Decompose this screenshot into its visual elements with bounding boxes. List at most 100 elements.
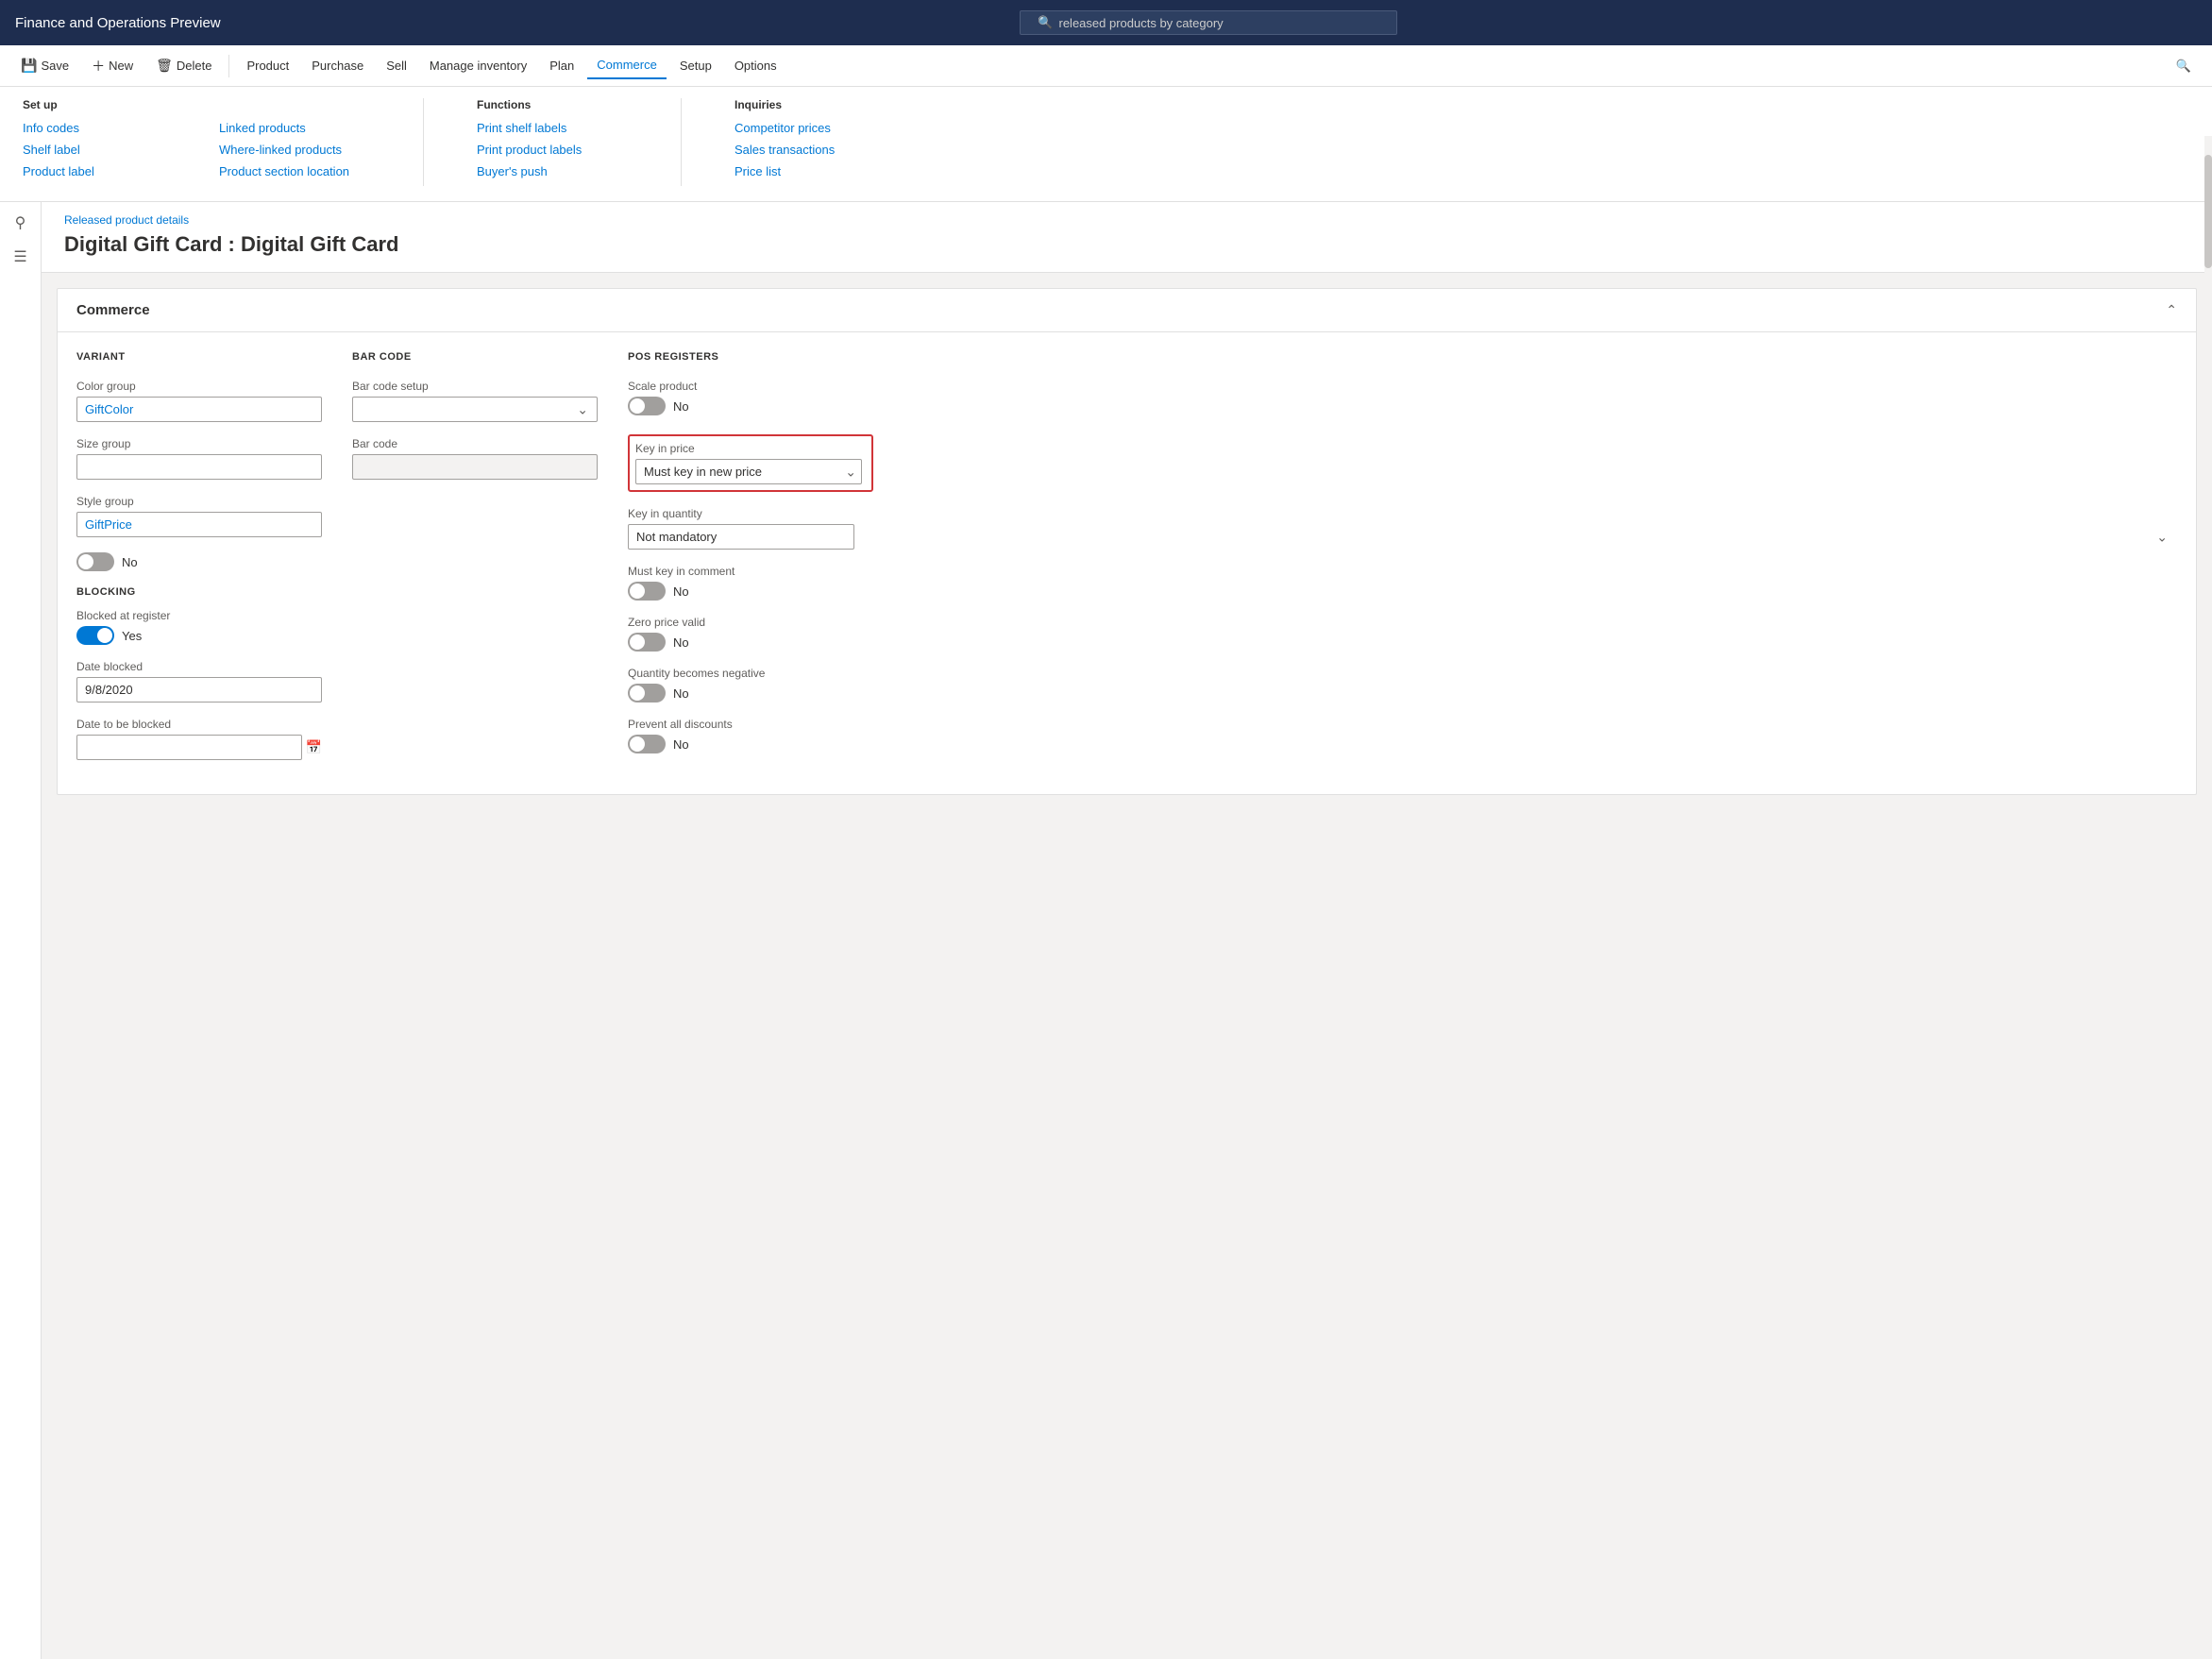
variant-column: VARIANT Color group Size group Style gro…	[76, 351, 322, 775]
key-in-quantity-select-wrapper: Not mandatory Mandatory	[628, 524, 2177, 550]
filter-icon[interactable]: ⚲	[15, 213, 26, 232]
search-icon: 🔍	[1038, 15, 1053, 30]
competitor-prices-item[interactable]: Competitor prices	[735, 121, 886, 135]
print-variants-toggle-group: No	[76, 552, 322, 571]
product-button[interactable]: Product	[237, 53, 298, 78]
barcode-column: BAR CODE Bar code setup Bar code	[352, 351, 598, 775]
prevent-discounts-label: Prevent all discounts	[628, 718, 2177, 731]
global-search[interactable]: 🔍 released products by category	[1020, 10, 1397, 35]
sales-transactions-item[interactable]: Sales transactions	[735, 143, 886, 157]
date-blocked-input[interactable]	[76, 677, 322, 703]
quantity-negative-toggle[interactable]	[628, 684, 666, 703]
commerce-dropdown-menu: Set up Info codes Shelf label Product la…	[0, 87, 2212, 202]
key-in-quantity-label: Key in quantity	[628, 507, 2177, 520]
scrollbar-thumb[interactable]	[2204, 202, 2212, 268]
section-title: Commerce	[76, 302, 150, 318]
scrollbar-track[interactable]	[2204, 202, 2212, 1593]
manage-inventory-button[interactable]: Manage inventory	[420, 53, 536, 78]
plan-button[interactable]: Plan	[540, 53, 583, 78]
new-icon: ＋	[92, 57, 105, 76]
setup-title: Set up	[23, 98, 174, 111]
inquiries-section: Inquiries Competitor prices Sales transa…	[735, 98, 886, 186]
barcode-field: Bar code	[352, 437, 598, 480]
calendar-icon[interactable]: 📅	[306, 739, 322, 755]
print-variants-slider	[76, 552, 114, 571]
prevent-discounts-slider	[628, 735, 666, 753]
barcode-setup-field: Bar code setup	[352, 380, 598, 422]
size-group-field: Size group	[76, 437, 322, 480]
price-list-item[interactable]: Price list	[735, 164, 886, 178]
search-button[interactable]: 🔍	[2167, 53, 2201, 79]
linked-products-item[interactable]: Linked products	[219, 121, 370, 135]
date-to-blocked-input[interactable]	[76, 735, 302, 760]
collapse-icon[interactable]: ⌃	[2166, 302, 2177, 318]
where-linked-products-item[interactable]: Where-linked products	[219, 143, 370, 157]
zero-price-valid-field: Zero price valid No	[628, 616, 2177, 652]
print-variants-label: No	[122, 555, 138, 569]
save-icon: 💾	[21, 58, 37, 74]
purchase-button[interactable]: Purchase	[302, 53, 373, 78]
quantity-negative-value: No	[673, 686, 689, 701]
commerce-section: Commerce ⌃ VARIANT Color group Size grou…	[57, 288, 2197, 795]
search-toolbar-icon: 🔍	[2176, 59, 2191, 74]
color-group-input[interactable]	[76, 397, 322, 422]
blocked-register-toggle[interactable]	[76, 626, 114, 645]
options-button[interactable]: Options	[725, 53, 786, 78]
info-codes-item[interactable]: Info codes	[23, 121, 174, 135]
fields-grid: VARIANT Color group Size group Style gro…	[76, 351, 2177, 775]
key-in-price-select[interactable]: Must key in new price Not mandatory Not …	[635, 459, 862, 484]
main-area: Released product details Digital Gift Ca…	[42, 202, 2212, 1659]
save-button[interactable]: 💾 Save	[11, 52, 78, 79]
key-in-quantity-select[interactable]: Not mandatory Mandatory	[628, 524, 854, 550]
size-group-input[interactable]	[76, 454, 322, 480]
new-button[interactable]: ＋ New	[82, 51, 143, 81]
must-key-in-comment-slider	[628, 582, 666, 601]
delete-button[interactable]: 🗑 Delete	[146, 52, 221, 79]
product-section-location-item[interactable]: Product section location	[219, 164, 370, 178]
blocked-register-slider	[76, 626, 114, 645]
must-key-in-comment-toggle[interactable]	[628, 582, 666, 601]
date-to-blocked-label: Date to be blocked	[76, 718, 322, 731]
blocking-header: BLOCKING	[76, 586, 322, 598]
setup-button[interactable]: Setup	[670, 53, 721, 78]
barcode-setup-select[interactable]	[352, 397, 598, 422]
blocked-register-label: Blocked at register	[76, 609, 322, 622]
search-value: released products by category	[1059, 16, 1224, 30]
scale-product-toggle[interactable]	[628, 397, 666, 415]
menu-icon[interactable]: ☰	[13, 247, 26, 266]
delete-icon: 🗑	[156, 58, 173, 74]
style-group-label: Style group	[76, 495, 322, 508]
setup-section: Set up Info codes Shelf label Product la…	[23, 98, 174, 186]
breadcrumb[interactable]: Released product details	[64, 213, 2189, 227]
must-key-in-comment-field: Must key in comment No	[628, 565, 2177, 601]
key-in-price-field: Key in price Must key in new price Not m…	[628, 434, 873, 492]
zero-price-valid-value: No	[673, 635, 689, 650]
prevent-discounts-toggle[interactable]	[628, 735, 666, 753]
scale-product-label: Scale product	[628, 380, 2177, 393]
top-bar: Finance and Operations Preview 🔍 release…	[0, 0, 2212, 45]
zero-price-valid-toggle[interactable]	[628, 633, 666, 652]
barcode-header: BAR CODE	[352, 351, 598, 366]
sidebar-icons: ⚲ ☰	[0, 202, 42, 1659]
section-body: VARIANT Color group Size group Style gro…	[58, 332, 2196, 794]
app-title: Finance and Operations Preview	[15, 15, 221, 31]
key-in-price-label: Key in price	[635, 442, 866, 455]
scale-product-field: Scale product No	[628, 380, 2177, 419]
must-key-in-comment-toggle-group: No	[628, 582, 2177, 601]
barcode-label: Bar code	[352, 437, 598, 450]
style-group-input[interactable]	[76, 512, 322, 537]
sell-button[interactable]: Sell	[377, 53, 416, 78]
commerce-button[interactable]: Commerce	[587, 52, 667, 79]
buyers-push-item[interactable]: Buyer's push	[477, 164, 628, 178]
print-shelf-labels-item[interactable]: Print shelf labels	[477, 121, 628, 135]
zero-price-valid-toggle-group: No	[628, 633, 2177, 652]
date-to-blocked-field: Date to be blocked 📅	[76, 718, 322, 760]
product-label-item[interactable]: Product label	[23, 164, 174, 178]
quantity-negative-label: Quantity becomes negative	[628, 667, 2177, 680]
pos-registers-header: POS REGISTERS	[628, 351, 2177, 366]
print-product-labels-item[interactable]: Print product labels	[477, 143, 628, 157]
zero-price-valid-label: Zero price valid	[628, 616, 2177, 629]
barcode-input[interactable]	[352, 454, 598, 480]
shelf-label-item[interactable]: Shelf label	[23, 143, 174, 157]
print-variants-toggle[interactable]	[76, 552, 114, 571]
